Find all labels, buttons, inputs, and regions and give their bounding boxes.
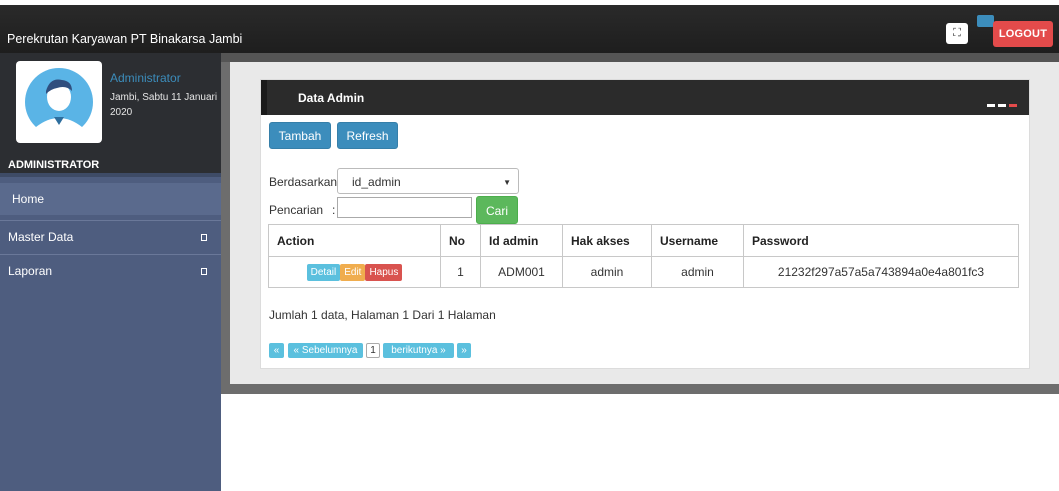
col-action: Action	[268, 224, 441, 257]
cell-username: admin	[651, 256, 744, 288]
close-icon[interactable]	[1009, 104, 1017, 107]
cell-hak-akses: admin	[562, 256, 652, 288]
divider	[0, 254, 221, 255]
sidebar-item-label: Master Data	[8, 230, 74, 244]
cell-id-admin: ADM001	[480, 256, 563, 288]
last-page-button[interactable]: »	[457, 343, 471, 358]
detail-button[interactable]: Detail	[306, 263, 341, 281]
hapus-button[interactable]: Hapus	[365, 263, 403, 281]
next-page-button[interactable]: berikutnya »	[383, 343, 454, 358]
select-value: id_admin	[352, 175, 401, 189]
collapse-icon[interactable]	[998, 104, 1006, 107]
notification-badge	[977, 15, 994, 27]
fullscreen-icon[interactable]: ⛶	[946, 23, 968, 44]
first-page-button[interactable]: «	[269, 343, 284, 358]
content-frame-strip	[221, 53, 1059, 62]
table-header-row: Action No Id admin Hak akses Username Pa…	[268, 224, 1019, 257]
sidebar: Administrator Jambi, Sabtu 11 Januari 20…	[0, 53, 221, 491]
table-row: Detail Edit Hapus 1 ADM001 admin admin 212…	[268, 256, 1019, 288]
current-page-button[interactable]: 1	[366, 343, 380, 358]
cari-button[interactable]: Cari	[476, 196, 518, 224]
user-name: Administrator	[110, 71, 181, 85]
avatar	[16, 61, 102, 143]
minimize-icon[interactable]	[987, 104, 995, 107]
col-hak-akses: Hak akses	[562, 224, 652, 257]
cell-password: 21232f297a57a5a743894a0e4a801fc3	[743, 256, 1019, 288]
user-date: Jambi, Sabtu 11 Januari 2020	[110, 92, 218, 118]
col-no: No	[440, 224, 481, 257]
logout-button[interactable]: LOGOUT	[993, 21, 1053, 47]
chevron-down-icon: ▼	[503, 178, 511, 187]
pencarian-label: Pencarian	[269, 203, 324, 217]
panel-title: Data Admin	[298, 91, 365, 105]
top-navbar: Perekrutan Karyawan PT Binakarsa Jambi ⛶…	[0, 0, 1059, 53]
cell-no: 1	[440, 256, 481, 288]
filter-field-select[interactable]: id_admin ▼	[337, 168, 519, 194]
sidebar-item-label: Laporan	[8, 264, 53, 278]
sidebar-item-master-data[interactable]: Master Data	[0, 222, 221, 254]
expand-box-icon	[201, 268, 207, 275]
col-username: Username	[651, 224, 744, 257]
pagination-summary: Jumlah 1 data, Halaman 1 Dari 1 Halaman	[269, 308, 496, 322]
tambah-button[interactable]: Tambah	[269, 122, 331, 149]
admin-table: Action No Id admin Hak akses Username Pa…	[268, 224, 1019, 288]
refresh-button[interactable]: Refresh	[337, 122, 398, 149]
pencarian-colon: :	[332, 203, 336, 217]
expand-box-icon	[201, 234, 207, 241]
action-cell: Detail Edit Hapus	[268, 256, 441, 288]
search-input[interactable]	[337, 197, 472, 218]
panel-controls[interactable]	[984, 96, 1017, 110]
col-password: Password	[743, 224, 1019, 257]
user-avatar-icon	[25, 68, 93, 137]
col-id-admin: Id admin	[480, 224, 563, 257]
berdasarkan-label: Berdasarkan:	[269, 175, 341, 189]
panel-header: Data Admin	[261, 80, 1029, 115]
sidebar-item-label: Home	[12, 192, 45, 206]
previous-page-button[interactable]: « Sebelumnya	[288, 343, 363, 358]
app-title[interactable]: Perekrutan Karyawan PT Binakarsa Jambi	[7, 32, 242, 46]
divider	[0, 220, 221, 221]
sidebar-section-header: ADMINISTRATOR	[0, 153, 221, 177]
sidebar-item-home[interactable]: Home	[0, 183, 221, 215]
user-panel: Administrator Jambi, Sabtu 11 Januari 20…	[0, 53, 221, 153]
sidebar-item-laporan[interactable]: Laporan	[0, 256, 221, 288]
edit-button[interactable]: Edit	[340, 263, 366, 281]
